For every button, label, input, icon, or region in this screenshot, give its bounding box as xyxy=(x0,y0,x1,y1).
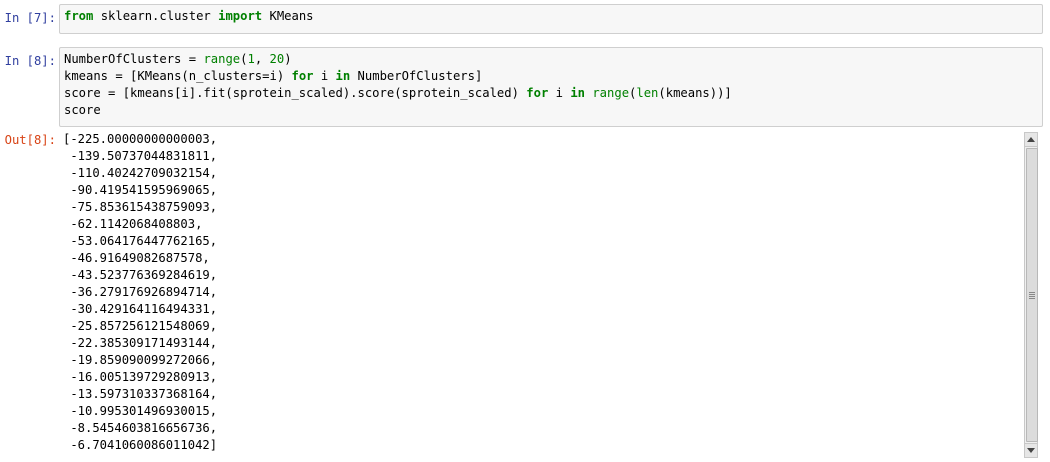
code-input-area[interactable]: NumberOfClusters = range(1, 20) kmeans = … xyxy=(59,47,1043,127)
code-token: NumberOfClusters] xyxy=(350,69,483,83)
code-token: , xyxy=(254,52,270,66)
code-token: NumberOfClusters xyxy=(64,52,189,66)
output-line: -8.5454603816656736, xyxy=(63,421,218,435)
code-line: kmeans = [KMeans(n_clusters=i) for i in … xyxy=(64,68,1038,85)
output-line: -25.857256121548069, xyxy=(63,319,218,333)
code-token: i xyxy=(548,86,571,100)
output-line: -6.7041060086011042] xyxy=(63,438,218,452)
output-line: -16.005139729280913, xyxy=(63,370,218,384)
output-line: -62.1142068408803, xyxy=(63,217,203,231)
code-token: [kmeans[i].fit(sprotein_scaled).score(sp… xyxy=(115,86,527,100)
number-token: 1 xyxy=(247,52,255,66)
output-line: -30.429164116494331, xyxy=(63,302,218,316)
number-token: 20 xyxy=(269,52,285,66)
code-line: NumberOfClusters = range(1, 20) xyxy=(64,51,1038,68)
output-line: -75.853615438759093, xyxy=(63,200,218,214)
builtin-token: range xyxy=(203,52,241,66)
keyword-token: in xyxy=(335,69,351,83)
output-line: -36.279176926894714, xyxy=(63,285,218,299)
code-token: [KMeans(n_clusters xyxy=(122,69,263,83)
code-token: kmeans xyxy=(64,69,116,83)
output-line: -110.40242709032154, xyxy=(63,166,218,180)
output-line: -22.385309171493144, xyxy=(63,336,218,350)
code-token: = xyxy=(188,52,197,66)
code-cell-8: In [8]: NumberOfClusters = range(1, 20) k… xyxy=(0,0,1050,130)
builtin-token: len xyxy=(636,86,659,100)
code-token: i xyxy=(313,69,336,83)
output-line: -43.523776369284619, xyxy=(63,268,218,282)
builtin-token: range xyxy=(592,86,630,100)
code-token: i) xyxy=(269,69,292,83)
output-line: -46.91649082687578, xyxy=(63,251,210,265)
output-line: -139.50737044831811, xyxy=(63,149,218,163)
code-token: score xyxy=(64,86,109,100)
grip-icon xyxy=(1029,291,1035,299)
output-line: [-225.00000000000003, xyxy=(63,132,218,146)
output-line: -13.597310337368164, xyxy=(63,387,218,401)
code-token: (kmeans))] xyxy=(658,86,732,100)
output-area: [-225.00000000000003, -139.5073704483181… xyxy=(59,131,1024,457)
input-prompt: In [8]: xyxy=(4,54,56,68)
code-line: score = [kmeans[i].fit(sprotein_scaled).… xyxy=(64,85,1038,102)
scroll-down-button[interactable] xyxy=(1025,443,1037,457)
keyword-token: in xyxy=(570,86,585,100)
code-token: = xyxy=(115,69,123,83)
keyword-token: for xyxy=(526,86,549,100)
output-line: -53.064176447762165, xyxy=(63,234,218,248)
code-token: score xyxy=(64,103,101,117)
output-prompt: Out[8]: xyxy=(4,133,56,147)
output-line: -19.859090099272066, xyxy=(63,353,218,367)
arrow-up-icon xyxy=(1027,137,1035,142)
keyword-token: for xyxy=(291,69,314,83)
scroll-up-button[interactable] xyxy=(1025,133,1037,147)
output-line: -10.995301496930015, xyxy=(63,404,218,418)
arrow-down-icon xyxy=(1027,448,1035,453)
output-scrollbar[interactable] xyxy=(1024,132,1038,458)
code-token: ) xyxy=(284,52,292,66)
scrollbar-thumb[interactable] xyxy=(1026,148,1038,442)
output-line: -90.419541595969065, xyxy=(63,183,218,197)
code-line: score xyxy=(64,102,1038,119)
